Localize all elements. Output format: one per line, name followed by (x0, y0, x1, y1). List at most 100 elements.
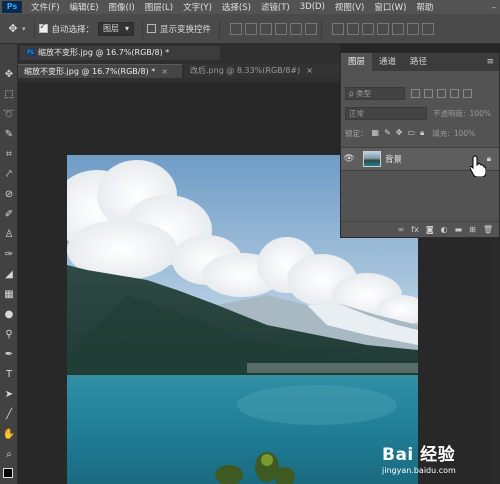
window-controls: – (492, 3, 500, 12)
opacity-value[interactable]: 100% (470, 109, 491, 118)
tab-label: 改后.png @ 8.33%(RGB/8#) (190, 66, 301, 75)
marquee-tool-icon[interactable]: ⬚ (2, 88, 16, 102)
tool-bar: ✥ ⬚ ➰ ✎ ⌗ ⤤ ⊘ ✐ ♙ ✑ ◢ ▦ ● ⚲ ✒ T ➤ ╱ ✋ ⌕ … (0, 44, 18, 484)
panel-menu-icon[interactable]: ≡ (486, 57, 494, 67)
tab-paths[interactable]: 路径 (403, 53, 434, 71)
menu-type[interactable]: 文字(Y) (178, 1, 217, 13)
tab-layers[interactable]: 图层 (341, 53, 373, 71)
layer-filter-dropdown[interactable]: ρ 类型 (345, 86, 405, 100)
layer-filter-label: ρ 类型 (349, 88, 372, 98)
show-transform-label: 显示变换控件 (160, 24, 212, 35)
hand-tool-icon[interactable]: ✋ (2, 428, 16, 442)
type-tool-icon[interactable]: T (2, 368, 16, 382)
separator (33, 19, 35, 38)
menu-3d[interactable]: 3D(D) (295, 2, 330, 12)
tab-second-document[interactable]: 改后.png @ 8.33%(RGB/8#) × (184, 64, 340, 78)
pen-tool-icon[interactable]: ✒ (2, 348, 16, 362)
close-icon[interactable]: × (161, 67, 168, 76)
filter-pixel-icon[interactable] (411, 88, 420, 98)
menu-file[interactable]: 文件(F) (26, 1, 65, 13)
align-hcenter-icon[interactable] (290, 22, 303, 35)
distribute-right-icon[interactable] (407, 22, 420, 35)
foreground-color-swatch[interactable] (3, 468, 13, 478)
distribute-bottom-icon[interactable] (362, 22, 375, 35)
mask-icon[interactable]: ◙ (426, 225, 434, 234)
lock-transparent-icon[interactable]: ▦ (372, 128, 380, 138)
chevron-down-icon: ▾ (125, 24, 130, 33)
menu-window[interactable]: 窗口(W) (369, 1, 411, 13)
path-select-tool-icon[interactable]: ➤ (2, 388, 16, 402)
align-vcenter-icon[interactable] (245, 22, 258, 35)
blend-mode-dropdown[interactable]: 正常 (345, 106, 427, 120)
menu-help[interactable]: 帮助 (411, 1, 438, 13)
lock-artboard-icon[interactable]: ▭ (407, 128, 415, 138)
clone-stamp-tool-icon[interactable]: ♙ (2, 228, 16, 242)
tab-active-document[interactable]: 缩放不变形.jpg @ 16.7%(RGB/8) * × (18, 64, 182, 78)
eyedropper-tool-icon[interactable]: ⤤ (2, 168, 16, 182)
lock-all-icon[interactable]: 🔒︎ (420, 128, 424, 138)
zoom-tool-icon[interactable]: ⌕ (2, 448, 16, 462)
layer-thumbnail (363, 151, 381, 167)
adjustment-icon[interactable]: ◐ (441, 225, 448, 234)
align-bottom-icon[interactable] (260, 22, 273, 35)
menu-image[interactable]: 图像(I) (104, 1, 140, 13)
quick-select-tool-icon[interactable]: ✎ (2, 128, 16, 142)
menu-edit[interactable]: 编辑(E) (65, 1, 104, 13)
align-left-icon[interactable] (275, 22, 288, 35)
distribute-vcenter-icon[interactable] (347, 22, 360, 35)
separator (219, 19, 221, 38)
separator (142, 19, 144, 38)
document-title-tab[interactable]: Ps 缩放不变形.jpg @ 16.7%(RGB/8) * (20, 46, 220, 60)
distribute-buttons (332, 22, 435, 35)
eye-icon[interactable]: 👁︎ (341, 154, 357, 164)
brush-tool-icon[interactable]: ✐ (2, 208, 16, 222)
menu-view[interactable]: 视图(V) (330, 1, 369, 13)
move-tool-icon[interactable]: ✥ (4, 20, 22, 38)
align-buttons (230, 22, 318, 35)
eraser-tool-icon[interactable]: ◢ (2, 268, 16, 282)
align-right-icon[interactable] (305, 22, 318, 35)
auto-align-icon[interactable] (422, 22, 435, 35)
dodge-tool-icon[interactable]: ⚲ (2, 328, 16, 342)
show-transform-checkbox[interactable] (147, 24, 157, 33)
distribute-hcenter-icon[interactable] (392, 22, 405, 35)
lock-icon[interactable]: 🔒︎ (487, 154, 491, 164)
close-icon[interactable]: × (306, 66, 313, 75)
align-top-icon[interactable] (230, 22, 243, 35)
document-tabs: Ps 缩放不变形.jpg @ 16.7%(RGB/8) * 缩放不变形.jpg @… (18, 44, 340, 82)
tab-channels[interactable]: 通道 (372, 53, 403, 71)
lasso-tool-icon[interactable]: ➰ (2, 108, 16, 122)
filter-adjust-icon[interactable] (424, 88, 433, 98)
distribute-top-icon[interactable] (332, 22, 345, 35)
folder-icon[interactable]: ▬ (455, 225, 463, 234)
auto-select-dropdown[interactable]: 图层 ▾ (98, 21, 135, 36)
distribute-left-icon[interactable] (377, 22, 390, 35)
filter-shape-icon[interactable] (450, 88, 459, 98)
crop-tool-icon[interactable]: ⌗ (2, 148, 16, 162)
trash-icon[interactable]: 🗑︎ (483, 225, 493, 234)
tab-label: 缩放不变形.jpg @ 16.7%(RGB/8) * (24, 67, 156, 76)
history-brush-tool-icon[interactable]: ✑ (2, 248, 16, 262)
move-tool-icon[interactable]: ✥ (2, 68, 16, 82)
line-tool-icon[interactable]: ╱ (2, 408, 16, 422)
filter-type-icon[interactable] (437, 88, 446, 98)
menu-select[interactable]: 选择(S) (217, 1, 256, 13)
healing-brush-tool-icon[interactable]: ⊘ (2, 188, 16, 202)
menu-layer[interactable]: 图层(L) (140, 1, 178, 13)
new-layer-icon[interactable]: ⊞ (469, 225, 476, 234)
filter-smart-icon[interactable] (463, 88, 472, 98)
layer-name: 背景 (385, 155, 403, 165)
minimize-icon[interactable]: – (492, 3, 496, 12)
blend-row: 正常 不透明度: 100% (341, 105, 499, 121)
separator (321, 19, 323, 38)
link-icon[interactable]: ∞ (398, 225, 405, 234)
lock-paint-icon[interactable]: ✎ (384, 128, 391, 138)
gradient-tool-icon[interactable]: ▦ (2, 288, 16, 302)
fx-icon[interactable]: fx (411, 225, 419, 234)
auto-select-checkbox[interactable] (38, 22, 48, 33)
lock-move-icon[interactable]: ✥ (396, 128, 403, 138)
fill-value[interactable]: 100% (454, 129, 475, 138)
blur-tool-icon[interactable]: ● (2, 308, 16, 322)
chevron-down-icon[interactable]: ▾ (22, 25, 26, 33)
menu-filter[interactable]: 滤镜(T) (256, 1, 295, 13)
